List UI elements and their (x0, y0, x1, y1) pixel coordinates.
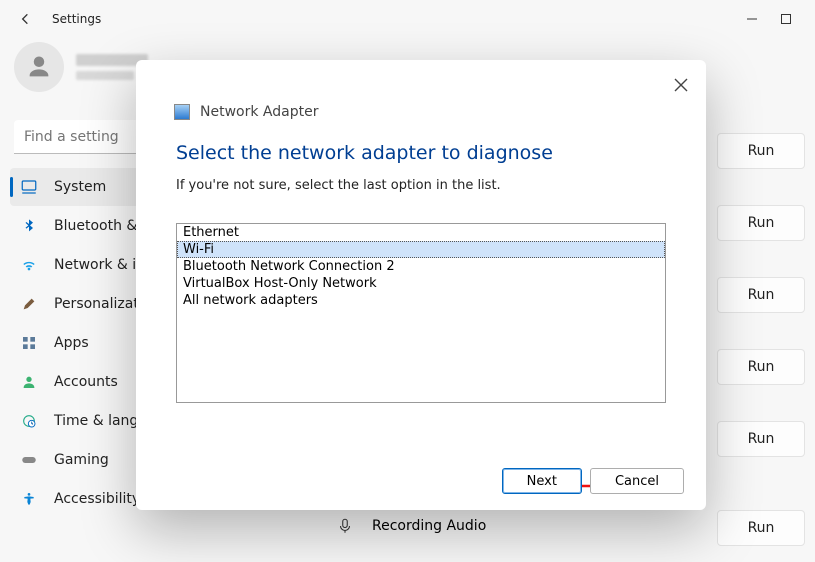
dialog-subtext: If you're not sure, select the last opti… (136, 164, 706, 193)
dialog-title: Network Adapter (200, 104, 318, 120)
globe-clock-icon (20, 412, 38, 430)
sidebar-item-label: Apps (54, 335, 89, 351)
person-icon (20, 373, 38, 391)
system-icon (20, 178, 38, 196)
brush-icon (20, 295, 38, 313)
run-button[interactable]: Run (717, 205, 805, 241)
list-item[interactable]: Ethernet (177, 224, 665, 241)
run-button[interactable]: Run (717, 277, 805, 313)
window-controls (745, 12, 803, 26)
bluetooth-icon (20, 217, 38, 235)
adapter-listbox[interactable]: Ethernet Wi-Fi Bluetooth Network Connect… (176, 223, 666, 403)
wifi-icon (20, 256, 38, 274)
dialog-heading: Select the network adapter to diagnose (136, 120, 706, 164)
troubleshooter-icon (174, 104, 190, 120)
sidebar-item-label: Accessibility (54, 491, 140, 507)
next-button[interactable]: Next (502, 468, 582, 494)
list-item[interactable]: Bluetooth Network Connection 2 (177, 258, 665, 275)
run-button[interactable]: Run (717, 510, 805, 546)
apps-icon (20, 334, 38, 352)
run-button[interactable]: Run (717, 133, 805, 169)
microphone-icon (336, 517, 354, 535)
network-adapter-dialog: Network Adapter Select the network adapt… (136, 60, 706, 510)
maximize-button[interactable] (779, 12, 793, 26)
troubleshooter-label: Recording Audio (372, 518, 486, 534)
run-button[interactable]: Run (717, 349, 805, 385)
back-button[interactable] (12, 5, 40, 33)
troubleshooter-row[interactable]: Recording Audio (336, 517, 486, 535)
list-item[interactable]: VirtualBox Host-Only Network (177, 275, 665, 292)
sidebar-item-label: Gaming (54, 452, 109, 468)
close-button[interactable] (674, 76, 688, 97)
run-button[interactable]: Run (717, 421, 805, 457)
list-item[interactable]: All network adapters (177, 292, 665, 309)
sidebar-item-label: System (54, 179, 106, 195)
run-buttons-column: Run Run Run Run Run (717, 133, 805, 457)
list-item[interactable]: Wi-Fi (177, 241, 665, 258)
avatar (14, 42, 64, 92)
window-title: Settings (52, 12, 101, 26)
minimize-button[interactable] (745, 12, 759, 26)
accessibility-icon (20, 490, 38, 508)
cancel-button[interactable]: Cancel (590, 468, 684, 494)
gamepad-icon (20, 451, 38, 469)
sidebar-item-label: Accounts (54, 374, 118, 390)
